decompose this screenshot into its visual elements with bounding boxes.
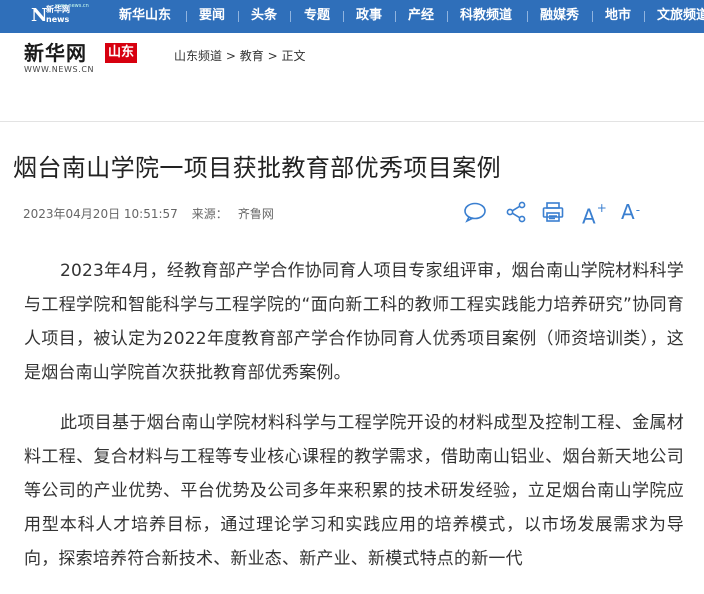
top-nav-bar: N www.news.cn 新华网 news 新华山东 要闻 头条 专题 政事 …: [0, 0, 704, 33]
comment-icon[interactable]: [463, 200, 487, 224]
site-logo[interactable]: 新华网: [24, 42, 87, 64]
nav-item-xinhua-shandong[interactable]: 新华山东: [119, 0, 171, 33]
font-decrease-icon[interactable]: A-: [621, 199, 640, 233]
breadcrumb: 山东频道 > 教育 > 正文: [174, 48, 305, 64]
logo-line1: 新华网: [46, 5, 70, 14]
site-url: WWW.NEWS.CN: [24, 65, 95, 74]
nav-item-news[interactable]: 要闻: [199, 0, 225, 33]
source-label: 来源：: [191, 207, 228, 221]
breadcrumb-education[interactable]: 教育: [240, 49, 264, 63]
nav-divider: [290, 11, 291, 22]
nav-divider: [186, 11, 187, 22]
article-meta: 2023年04月20日 10:51:57 来源： 齐鲁网: [23, 206, 274, 222]
font-increase-mark: +: [596, 201, 607, 215]
share-icon[interactable]: [504, 200, 528, 224]
nav-item-economy[interactable]: 产经: [408, 0, 434, 33]
nav-divider: [447, 11, 448, 22]
article-paragraph: 此项目基于烟台南山学院材料科学与工程学院开设的材料成型及控制工程、金属材料工程、…: [24, 413, 684, 569]
font-increase-icon[interactable]: A+: [582, 199, 607, 230]
breadcrumb-separator: >: [225, 49, 236, 63]
region-logo-badge[interactable]: 山东: [105, 43, 138, 63]
nav-item-cities[interactable]: 地市: [605, 0, 631, 33]
print-icon[interactable]: [541, 200, 565, 224]
article-paragraph: 2023年4月，经教育部产学合作协同育人项目专家组评审，烟台南山学院材料科学与工…: [24, 261, 684, 383]
publish-date: 2023年04月20日 10:51:57: [23, 207, 178, 221]
nav-item-media-show[interactable]: 融媒秀: [540, 0, 579, 33]
nav-divider: [395, 11, 396, 22]
font-decrease-mark: -: [635, 203, 641, 217]
nav-divider: [343, 11, 344, 22]
breadcrumb-current: 正文: [281, 49, 306, 63]
nav-item-science-education[interactable]: 科教频道: [460, 0, 512, 33]
breadcrumb-separator: >: [267, 49, 278, 63]
nav-divider: [527, 11, 528, 22]
nav-divider: [238, 11, 239, 22]
article-title: 烟台南山学院一项目获批教育部优秀项目案例: [13, 154, 501, 182]
logo-line2: news: [46, 15, 70, 24]
nav-item-culture-tourism[interactable]: 文旅频道: [657, 0, 704, 33]
nav-divider: [644, 11, 645, 22]
nav-item-special[interactable]: 专题: [304, 0, 330, 33]
breadcrumb-channel[interactable]: 山东频道: [174, 49, 222, 63]
source-name[interactable]: 齐鲁网: [238, 207, 274, 221]
nav-item-headline[interactable]: 头条: [251, 0, 277, 33]
font-increase-letter: A: [582, 204, 596, 229]
nav-item-politics[interactable]: 政事: [356, 0, 382, 33]
logo-letter: N: [31, 5, 48, 26]
nav-divider: [592, 11, 593, 22]
xinhua-logo[interactable]: N www.news.cn 新华网 news: [31, 3, 89, 30]
font-decrease-letter: A: [621, 200, 635, 224]
